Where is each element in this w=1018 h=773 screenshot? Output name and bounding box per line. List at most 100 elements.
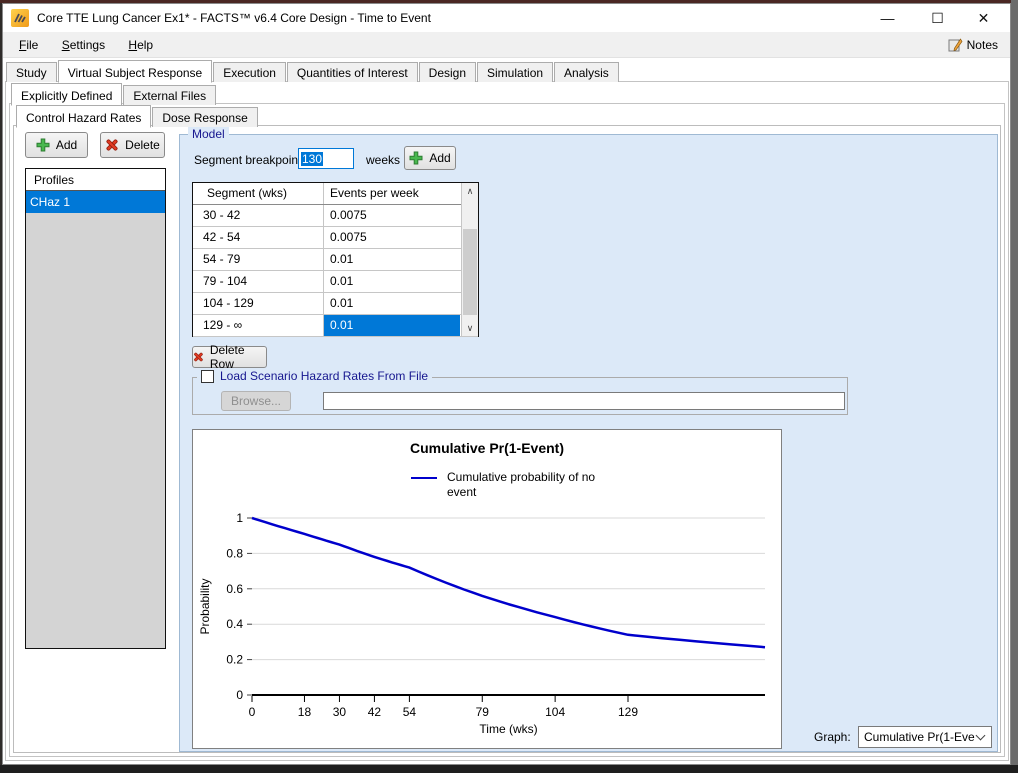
tab-control-hazard-rates[interactable]: Control Hazard Rates [16, 105, 151, 128]
add-profile-label: Add [56, 138, 77, 152]
col-header-events: Events per week [324, 183, 460, 204]
tab-dose-response[interactable]: Dose Response [152, 107, 257, 127]
tab-quantities-of-interest[interactable]: Quantities of Interest [287, 62, 418, 82]
facts-app-icon [11, 9, 29, 27]
taskbar-sliver [0, 765, 1018, 773]
tab-simulation[interactable]: Simulation [477, 62, 553, 82]
x-axis-label: Time (wks) [479, 722, 537, 736]
title-bar[interactable]: Core TTE Lung Cancer Ex1* - FACTS™ v6.4 … [3, 4, 1010, 32]
close-button[interactable]: ✕ [961, 4, 1006, 32]
tab-analysis[interactable]: Analysis [554, 62, 619, 82]
scrollbar-thumb[interactable] [463, 229, 477, 315]
tab-design[interactable]: Design [419, 62, 476, 82]
y-tick-label: 0.8 [226, 546, 243, 560]
graph-selector-label: Graph: [814, 730, 851, 744]
y-tick-label: 0.6 [226, 582, 243, 596]
menu-file[interactable]: File [9, 33, 48, 57]
weeks-label: weeks [366, 153, 400, 167]
hazard-rates-table: Segment (wks) Events per week 30 - 42 0.… [192, 182, 479, 337]
x-tick-label: 30 [333, 705, 347, 719]
maximize-button[interactable]: ☐ [915, 4, 960, 32]
segment-cell[interactable]: 79 - 104 [193, 271, 324, 292]
desktop-background-right [1011, 0, 1018, 765]
segment-cell[interactable]: 129 - ∞ [193, 315, 324, 336]
file-path-input[interactable] [323, 392, 845, 410]
x-tick-label: 0 [249, 705, 256, 719]
x-tick-label: 18 [298, 705, 312, 719]
x-icon [193, 351, 204, 363]
x-icon [105, 138, 119, 152]
table-row: 54 - 79 0.01 [193, 249, 478, 271]
notes-label: Notes [967, 38, 998, 52]
delete-row-label: Delete Row [210, 343, 266, 371]
table-row: 42 - 54 0.0075 [193, 227, 478, 249]
profiles-list: Profiles CHaz 1 [25, 168, 166, 649]
segment-cell[interactable]: 104 - 129 [193, 293, 324, 314]
graph-selected-value: Cumulative Pr(1-Eve [864, 730, 975, 744]
scroll-down-icon[interactable]: ∨ [462, 320, 478, 336]
profile-item-chaz1[interactable]: CHaz 1 [26, 191, 165, 213]
segment-cell[interactable]: 30 - 42 [193, 205, 324, 226]
load-scenario-checkbox[interactable] [201, 370, 214, 383]
profiles-list-header: Profiles [26, 169, 165, 191]
survival-chart: Cumulative Pr(1-Event) Cumulative probab… [192, 429, 782, 749]
delete-profile-button[interactable]: Delete [100, 132, 165, 158]
rate-cell[interactable]: 0.01 [324, 271, 460, 292]
segment-breakpoint-label: Segment breakpoint: [194, 153, 305, 167]
chart-plot-svg: 00.20.40.60.8101830425479104129Time (wks… [193, 430, 781, 748]
window-title: Core TTE Lung Cancer Ex1* - FACTS™ v6.4 … [37, 11, 431, 25]
rate-cell[interactable]: 0.01 [324, 293, 460, 314]
rate-cell[interactable]: 0.0075 [324, 227, 460, 248]
tab-execution[interactable]: Execution [213, 62, 286, 82]
table-scrollbar[interactable]: ∧ ∨ [461, 183, 478, 336]
col-header-segment: Segment (wks) [193, 183, 324, 204]
model-group-label: Model [188, 127, 229, 141]
x-tick-label: 79 [476, 705, 490, 719]
y-tick-label: 0.2 [226, 653, 243, 667]
y-tick-label: 0 [236, 688, 243, 702]
add-profile-button[interactable]: Add [25, 132, 88, 158]
browse-label: Browse... [231, 394, 281, 408]
menu-settings[interactable]: Settings [52, 33, 115, 57]
tab-explicitly-defined[interactable]: Explicitly Defined [11, 83, 122, 106]
table-row: 30 - 42 0.0075 [193, 205, 478, 227]
load-scenario-group-box: Load Scenario Hazard Rates From File Bro… [192, 377, 848, 415]
y-tick-label: 1 [236, 511, 243, 525]
table-row: 79 - 104 0.01 [193, 271, 478, 293]
tab-study[interactable]: Study [6, 62, 57, 82]
x-tick-label: 42 [368, 705, 382, 719]
minimize-button[interactable]: — [865, 4, 910, 32]
notes-pencil-icon [947, 37, 963, 53]
segment-cell[interactable]: 42 - 54 [193, 227, 324, 248]
app-window: Core TTE Lung Cancer Ex1* - FACTS™ v6.4 … [2, 3, 1011, 765]
delete-profile-label: Delete [125, 138, 160, 152]
level3-tab-strip: Control Hazard Rates Dose Response [16, 105, 259, 127]
tab-external-files[interactable]: External Files [123, 85, 216, 105]
hazard-table-header-row: Segment (wks) Events per week [193, 183, 478, 205]
plus-icon [409, 151, 423, 165]
graph-selector-dropdown[interactable]: Cumulative Pr(1-Eve [858, 726, 992, 748]
plus-icon [36, 138, 50, 152]
y-tick-label: 0.4 [226, 617, 243, 631]
tab-virtual-subject-response[interactable]: Virtual Subject Response [58, 60, 213, 83]
table-row: 129 - ∞ 0.01 [193, 315, 478, 337]
chevron-down-icon [976, 731, 986, 741]
browse-button[interactable]: Browse... [221, 391, 291, 411]
x-tick-label: 104 [545, 705, 565, 719]
rate-cell-selected[interactable]: 0.01 [324, 315, 460, 336]
delete-row-button[interactable]: Delete Row [192, 346, 267, 368]
add-segment-button[interactable]: Add [404, 146, 456, 170]
x-tick-label: 54 [403, 705, 417, 719]
add-segment-label: Add [429, 151, 450, 165]
segment-cell[interactable]: 54 - 79 [193, 249, 324, 270]
notes-button[interactable]: Notes [943, 35, 1002, 55]
segment-breakpoint-input[interactable]: 130 [298, 148, 354, 169]
scroll-up-icon[interactable]: ∧ [462, 183, 478, 199]
menu-help[interactable]: Help [118, 33, 163, 57]
main-tab-strip: Study Virtual Subject Response Execution… [6, 60, 620, 82]
rate-cell[interactable]: 0.01 [324, 249, 460, 270]
level2-tab-strip: Explicitly Defined External Files [11, 83, 217, 105]
rate-cell[interactable]: 0.0075 [324, 205, 460, 226]
load-scenario-label: Load Scenario Hazard Rates From File [220, 369, 428, 383]
survival-curve [252, 518, 765, 647]
